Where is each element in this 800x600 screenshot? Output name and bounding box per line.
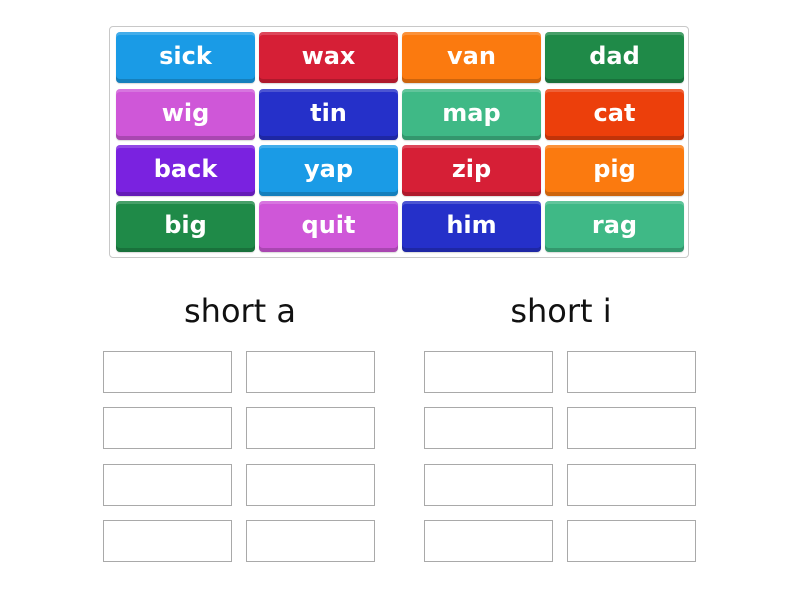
word-tile-wax[interactable]: wax xyxy=(259,32,398,83)
word-tile-label: yap xyxy=(303,154,354,183)
word-tile-quit[interactable]: quit xyxy=(259,201,398,252)
word-tile-zip[interactable]: zip xyxy=(402,145,541,196)
word-tile-sick[interactable]: sick xyxy=(116,32,255,83)
word-tile-label: tin xyxy=(310,98,347,127)
word-tile-label: big xyxy=(164,210,207,239)
word-tile-label: wax xyxy=(301,41,356,70)
word-tile-him[interactable]: him xyxy=(402,201,541,252)
word-tile-label: van xyxy=(447,41,496,70)
drop-slot-short-i[interactable] xyxy=(424,520,553,562)
drop-slot-short-a[interactable] xyxy=(103,407,232,449)
drop-slot-short-a[interactable] xyxy=(103,464,232,506)
word-tile-pig[interactable]: pig xyxy=(545,145,684,196)
group-heading-short-i: short i xyxy=(510,292,612,330)
drop-slot-short-a[interactable] xyxy=(103,520,232,562)
word-tile-cat[interactable]: cat xyxy=(545,89,684,140)
word-tile-label: back xyxy=(153,154,218,183)
drop-slot-short-i[interactable] xyxy=(567,520,696,562)
word-tile-label: sick xyxy=(159,41,212,70)
word-tile-dad[interactable]: dad xyxy=(545,32,684,83)
drop-slot-short-a[interactable] xyxy=(246,520,375,562)
drop-slot-short-a[interactable] xyxy=(246,464,375,506)
drop-slot-short-a[interactable] xyxy=(246,407,375,449)
word-tile-yap[interactable]: yap xyxy=(259,145,398,196)
group-heading-short-a: short a xyxy=(183,292,296,330)
word-tile-label: map xyxy=(442,98,501,127)
drop-slot-short-i[interactable] xyxy=(424,464,553,506)
word-tile-tin[interactable]: tin xyxy=(259,89,398,140)
word-tile-big[interactable]: big xyxy=(116,201,255,252)
drop-slot-short-i[interactable] xyxy=(424,407,553,449)
word-tile-back[interactable]: back xyxy=(116,145,255,196)
word-tile-label: rag xyxy=(591,210,638,239)
word-tile-rag[interactable]: rag xyxy=(545,201,684,252)
word-tile-label: cat xyxy=(593,98,636,127)
word-tile-label: pig xyxy=(593,154,636,183)
drop-slot-short-i[interactable] xyxy=(567,407,696,449)
word-tile-map[interactable]: map xyxy=(402,89,541,140)
drop-slot-short-i[interactable] xyxy=(424,351,553,393)
drop-slot-short-a[interactable] xyxy=(246,351,375,393)
word-tile-label: zip xyxy=(451,154,492,183)
word-tile-label: quit xyxy=(301,210,356,239)
drop-slot-short-a[interactable] xyxy=(103,351,232,393)
word-tile-wig[interactable]: wig xyxy=(116,89,255,140)
word-tile-label: dad xyxy=(589,41,640,70)
word-tile-label: him xyxy=(446,210,497,239)
drop-slot-short-i[interactable] xyxy=(567,464,696,506)
drop-slot-short-i[interactable] xyxy=(567,351,696,393)
word-tile-van[interactable]: van xyxy=(402,32,541,83)
word-tile-label: wig xyxy=(161,98,210,127)
